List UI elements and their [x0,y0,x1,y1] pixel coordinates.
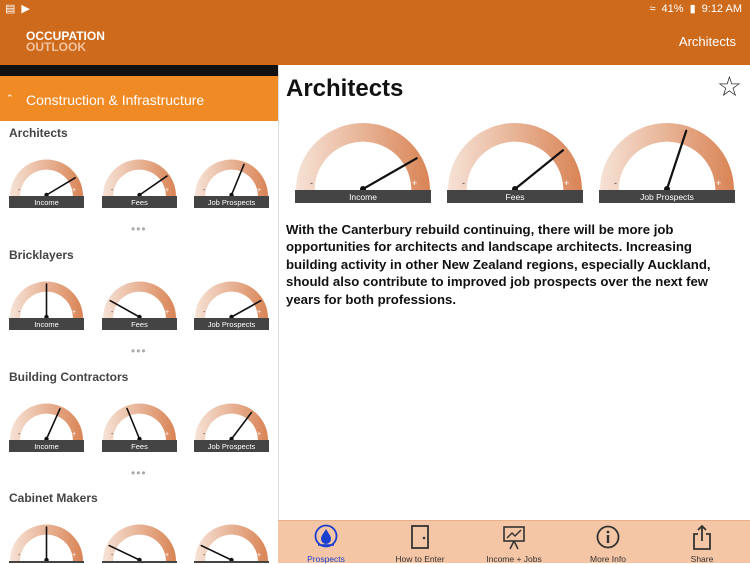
mini-gauge: -+Job Prospects [194,278,269,330]
occupation-name: Architects [9,126,68,140]
gauge-label: Job Prospects [640,192,694,202]
gauge-job-prospects: -+Job Prospects [194,159,269,208]
gauge-fees: - + Fees [447,123,583,203]
info-icon [596,524,620,550]
gauge-max-label: + [564,178,569,188]
more-dots[interactable]: ••• [131,344,147,358]
gauge-max-label: + [72,552,76,559]
occupation-title: Architects [286,75,404,102]
sidebar-top-strip [0,65,278,76]
mini-gauge: -+Fees [102,521,177,563]
gauge-label: Income [34,442,59,451]
gauge-label: Job Prospects [208,198,256,207]
gauge-max-label: + [412,178,417,188]
play-icon: ▶ [21,3,30,15]
detail-pane: Architects ☆ - + Income - + Fees - + Job Prospec… [279,65,750,520]
more-dots[interactable]: ••• [131,466,147,480]
app-bar-title: Architects [678,34,736,49]
clock: 9:12 AM [701,2,742,15]
gauge-fees: -+Fees [102,524,177,563]
gauge-label: Fees [506,192,525,202]
mini-gauge: -+Income [9,156,84,208]
gauge-fees: -+Fees [102,159,177,208]
gauge-label: Job Prospects [208,442,256,451]
mini-gauge: -+Fees [102,278,177,330]
gauge-min-label: - [462,178,465,188]
wifi-icon: ≈ [649,2,656,15]
gauge-income: -+Income [9,281,84,330]
prospects-icon [314,524,338,550]
gauge-max-label: + [716,178,721,188]
mini-gauge: -+Job Prospects [194,400,269,452]
detail-gauge: - + Job Prospects [599,119,735,203]
gauge-job-prospects: -+Job Prospects [194,403,269,452]
mini-gauge: -+Fees [102,156,177,208]
category-label: Construction & Infrastructure [26,92,205,108]
gallery-icon: ▤ [5,3,16,15]
occupation-name: Building Contractors [9,370,129,384]
mini-gauge: -+Income [9,400,84,452]
more-dots[interactable]: ••• [131,222,147,236]
gauge-max-label: + [165,431,169,438]
gauge-label: Fees [131,320,148,329]
gauge-min-label: - [310,178,313,188]
battery-icon: ▮ [689,3,696,15]
gauge-label: Fees [131,442,148,451]
gauge-max-label: + [165,309,169,316]
favourite-star-icon[interactable]: ☆ [717,70,742,103]
bottom-navigation: Prospects How to Enter Income + Jobs More I… [278,520,750,564]
gauge-job-prospects: - + Job Prospects [599,123,735,203]
gauge-max-label: + [257,431,261,438]
gauge-max-label: + [72,187,76,194]
occupation-name: Cabinet Makers [9,491,98,505]
gauge-max-label: + [72,309,76,316]
gauge-income: -+Income [9,524,84,563]
gauge-label: Income [34,320,59,329]
collapse-chevron-icon: ⌃ [6,93,14,103]
nav-prospects[interactable]: Prospects [286,521,366,564]
gauge-job-prospects: -+Job Prospects [194,281,269,330]
gauge-label: Income [34,198,59,207]
mini-gauge: -+Income [9,521,84,563]
mini-gauge: -+Job Prospects [194,156,269,208]
gauge-max-label: + [72,431,76,438]
chart-easel-icon [502,524,526,550]
gauge-min-label: - [614,178,617,188]
status-bar: ▤ ▶ ≈ 41% ▮ 9:12 AM [0,0,750,18]
gauge-income: -+Income [9,159,84,208]
gauge-label: Fees [131,198,148,207]
category-header[interactable]: ⌃ Construction & Infrastructure [0,76,278,121]
gauge-label: Job Prospects [208,320,256,329]
logo-line-2: OUTLOOK [26,40,86,54]
occupation-name: Bricklayers [9,248,74,262]
app-bar: OCCUPATION OUTLOOK Architects [0,18,750,65]
door-icon [408,524,432,550]
gauge-max-label: + [165,187,169,194]
detail-gauge: - + Income [295,119,431,203]
gauge-max-label: + [257,552,261,559]
nav-more-info[interactable]: More Info [568,521,648,564]
gauge-fees: -+Fees [102,403,177,452]
share-icon [690,524,714,550]
battery-text: 41% [661,2,684,15]
detail-gauge: - + Fees [447,119,583,203]
gauge-income: -+Income [9,403,84,452]
gauge-max-label: + [165,552,169,559]
app-logo[interactable]: OCCUPATION OUTLOOK [26,30,105,54]
nav-income-jobs[interactable]: Income + Jobs [474,521,554,564]
gauge-income: - + Income [295,123,431,203]
mini-gauge: -+Fees [102,400,177,452]
gauge-job-prospects: -+Job Prospects [194,524,269,563]
gauge-max-label: + [257,309,261,316]
mini-gauge: -+Job Prospects [194,521,269,563]
gauge-label: Income [349,192,377,202]
mini-gauge: -+Income [9,278,84,330]
occupation-list[interactable]: ⌃ Construction & Infrastructure Architec… [0,76,278,563]
nav-share[interactable]: Share [662,521,742,564]
gauge-fees: -+Fees [102,281,177,330]
gauge-max-label: + [257,187,261,194]
occupation-description: With the Canterbury rebuild continuing, … [286,222,711,307]
nav-how-to-enter[interactable]: How to Enter [380,521,460,564]
